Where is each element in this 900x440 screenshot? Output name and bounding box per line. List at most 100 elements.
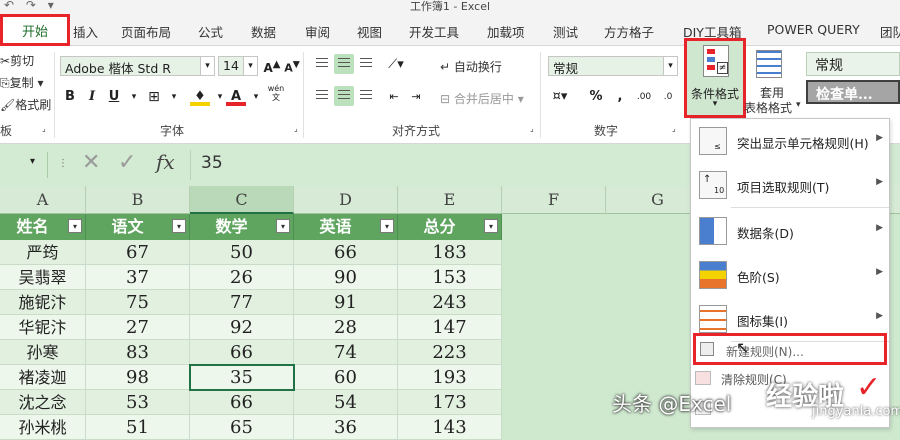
cell-name[interactable]: 严筠 xyxy=(0,240,86,265)
conditional-format-button[interactable]: ≠ 条件格式 ▾ xyxy=(684,38,746,118)
cell-english[interactable]: 66 xyxy=(294,240,398,265)
format-painter-button[interactable]: 🖌格式刷 xyxy=(0,96,51,113)
cell-chinese[interactable]: 27 xyxy=(86,315,190,340)
cancel-icon[interactable]: ✕ xyxy=(82,150,100,175)
decrease-decimal-icon[interactable]: .0 xyxy=(658,88,678,106)
fill-color-icon[interactable]: ♦ xyxy=(190,88,210,106)
cell-math[interactable]: 92 xyxy=(190,315,294,340)
cell-english[interactable]: 60 xyxy=(294,365,398,390)
align-bottom-button[interactable] xyxy=(356,54,376,74)
column-header-b[interactable]: B xyxy=(86,186,190,214)
font-size-select[interactable]: 14 ▾ xyxy=(218,56,258,76)
decrease-indent-icon[interactable]: ⇤ xyxy=(384,88,404,106)
bold-button[interactable]: B xyxy=(60,88,80,106)
phonetic-icon[interactable]: wén 文 xyxy=(266,84,286,102)
format-as-table-label-2[interactable]: 表格格式 xyxy=(744,99,792,116)
formula-input[interactable]: 35 xyxy=(190,150,690,180)
cell-total[interactable]: 193 xyxy=(398,365,502,390)
chevron-down-icon[interactable]: ▾ xyxy=(796,100,801,110)
cell-english[interactable]: 28 xyxy=(294,315,398,340)
cell-name[interactable]: 施铌汴 xyxy=(0,290,86,315)
align-top-button[interactable] xyxy=(312,54,332,74)
cell-chinese[interactable]: 83 xyxy=(86,340,190,365)
font-shrink-icon[interactable]: A▼ xyxy=(282,56,302,75)
orientation-icon[interactable]: ⟋▾ xyxy=(386,56,406,74)
tab-developer[interactable]: 开发工具 xyxy=(409,22,459,41)
font-grow-icon[interactable]: A▲ xyxy=(262,56,282,75)
font-color-icon[interactable]: A xyxy=(226,88,246,106)
cell-name[interactable]: 华铌汴 xyxy=(0,315,86,340)
increase-indent-icon[interactable]: ⇥ xyxy=(406,88,426,106)
italic-button[interactable]: I xyxy=(82,88,102,106)
cell-english[interactable]: 74 xyxy=(294,340,398,365)
cell-total[interactable]: 173 xyxy=(398,390,502,415)
column-header-e[interactable]: E xyxy=(398,186,502,214)
tab-test[interactable]: 测试 xyxy=(553,22,578,41)
cell-total[interactable]: 153 xyxy=(398,265,502,290)
cell-math[interactable]: 50 xyxy=(190,240,294,265)
cell-math[interactable]: 77 xyxy=(190,290,294,315)
filter-dropdown-icon[interactable]: ▾ xyxy=(276,219,290,233)
underline-button[interactable]: U xyxy=(104,88,124,106)
cell-total[interactable]: 147 xyxy=(398,315,502,340)
column-header-a[interactable]: A xyxy=(0,186,86,214)
cell-math[interactable]: 66 xyxy=(190,390,294,415)
tab-formulas[interactable]: 公式 xyxy=(198,22,223,41)
cell-math[interactable]: 26 xyxy=(190,265,294,290)
copy-button[interactable]: ⎘复制 ▾ xyxy=(0,74,43,91)
cell-name[interactable]: 吴翡翠 xyxy=(0,265,86,290)
increase-decimal-icon[interactable]: .00 xyxy=(634,88,654,106)
tab-home[interactable]: 开始 xyxy=(0,14,70,46)
column-header-d[interactable]: D xyxy=(294,186,398,214)
currency-icon[interactable]: ¤▾ xyxy=(550,88,570,106)
align-left-button[interactable] xyxy=(312,86,332,106)
clipboard-launcher-icon[interactable]: ⌟ xyxy=(42,124,46,133)
menu-item-top-bottom-rules[interactable]: 10 ↑ 项目选取规则(T) ▶ xyxy=(691,165,889,205)
menu-item-new-rule[interactable]: 新建规则(N)... ↖ xyxy=(693,333,887,365)
cell-chinese[interactable]: 53 xyxy=(86,390,190,415)
cell-english[interactable]: 91 xyxy=(294,290,398,315)
cell-english[interactable]: 90 xyxy=(294,265,398,290)
filter-dropdown-icon[interactable]: ▾ xyxy=(484,219,498,233)
number-format-select[interactable]: 常规 ▾ xyxy=(548,56,678,76)
wrap-text-button[interactable]: ↵ 自动换行 xyxy=(440,58,502,75)
tab-power-query[interactable]: POWER QUERY xyxy=(767,22,860,37)
border-icon[interactable]: ⊞ xyxy=(144,88,164,106)
column-header-f[interactable]: F xyxy=(502,186,606,214)
cell-chinese[interactable]: 67 xyxy=(86,240,190,265)
filter-dropdown-icon[interactable]: ▾ xyxy=(68,219,82,233)
cell-chinese[interactable]: 98 xyxy=(86,365,190,390)
cell-total[interactable]: 243 xyxy=(398,290,502,315)
number-launcher-icon[interactable]: ⌟ xyxy=(672,124,676,133)
name-box[interactable]: ▾ xyxy=(0,152,48,178)
chevron-down-icon[interactable]: ▾ xyxy=(246,88,266,106)
format-as-table-icon[interactable] xyxy=(756,50,782,78)
style-normal[interactable]: 常规 xyxy=(806,52,900,76)
merge-center-button[interactable]: ⊟ 合并后居中 ▾ xyxy=(440,90,524,107)
tab-view[interactable]: 视图 xyxy=(357,22,382,41)
cell-name[interactable]: 沈之念 xyxy=(0,390,86,415)
tab-data[interactable]: 数据 xyxy=(251,22,276,41)
chevron-down-icon[interactable]: ▾ xyxy=(30,156,35,167)
menu-item-color-scales[interactable]: 色阶(S) ▶ xyxy=(691,255,889,295)
cell-chinese[interactable]: 75 xyxy=(86,290,190,315)
cut-button[interactable]: ✂剪切 xyxy=(0,52,34,69)
insert-function-icon[interactable]: fx xyxy=(156,150,175,174)
cell-name[interactable]: 孙寒 xyxy=(0,340,86,365)
cell-name[interactable]: 褚凌迦 xyxy=(0,365,86,390)
align-right-button[interactable] xyxy=(356,86,376,106)
alignment-launcher-icon[interactable]: ⌟ xyxy=(530,124,534,133)
percent-icon[interactable]: % xyxy=(586,88,606,106)
font-name-select[interactable]: Adobe 楷体 Std R ▾ xyxy=(60,56,215,76)
cell-math[interactable]: 66 xyxy=(190,340,294,365)
cell-chinese[interactable]: 37 xyxy=(86,265,190,290)
column-header-c[interactable]: C xyxy=(190,186,294,214)
enter-check-icon[interactable]: ✓ xyxy=(118,150,136,175)
menu-item-data-bars[interactable]: 数据条(D) ▶ xyxy=(691,211,889,251)
style-check-cell[interactable]: 检查单... xyxy=(806,80,900,104)
tab-addins[interactable]: 加载项 xyxy=(487,22,525,41)
font-launcher-icon[interactable]: ⌟ xyxy=(294,124,298,133)
align-middle-button[interactable] xyxy=(334,54,354,74)
tab-page-layout[interactable]: 页面布局 xyxy=(121,22,171,41)
comma-style-icon[interactable]: , xyxy=(610,88,630,106)
